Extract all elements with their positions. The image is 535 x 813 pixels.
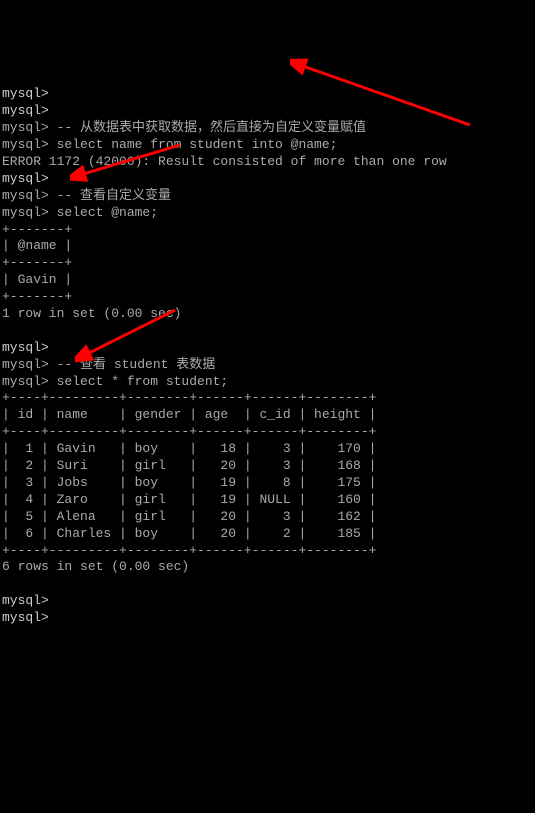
table-border: +-------+ <box>2 255 72 270</box>
table-border: +----+---------+--------+------+------+-… <box>2 543 376 558</box>
table-header: | id | name | gender | age | c_id | heig… <box>2 407 376 422</box>
table-header: | @name | <box>2 238 72 253</box>
prompt-line: mysql> <box>2 86 49 101</box>
prompt-line: mysql> <box>2 340 49 355</box>
sql-query: mysql> select @name; <box>2 205 158 220</box>
table-row: | 4 | Zaro | girl | 19 | NULL | 160 | <box>2 492 376 507</box>
prompt-line: mysql> <box>2 171 49 186</box>
result-summary: 1 row in set (0.00 sec) <box>2 306 181 321</box>
table-row: | 1 | Gavin | boy | 18 | 3 | 170 | <box>2 441 376 456</box>
table-border: +----+---------+--------+------+------+-… <box>2 424 376 439</box>
sql-query: mysql> select * from student; <box>2 374 228 389</box>
sql-comment: mysql> -- 查看 student 表数据 <box>2 357 215 372</box>
terminal-output: mysql> mysql> mysql> -- 从数据表中获取数据，然后直接为自… <box>2 70 533 627</box>
sql-comment: mysql> -- 从数据表中获取数据，然后直接为自定义变量赋值 <box>2 120 366 135</box>
prompt-line: mysql> <box>2 593 49 608</box>
prompt-line: mysql> <box>2 610 49 625</box>
error-message: ERROR 1172 (42000): Result consisted of … <box>2 154 447 169</box>
table-row: | 5 | Alena | girl | 20 | 3 | 162 | <box>2 509 376 524</box>
table-border: +-------+ <box>2 289 72 304</box>
sql-query: mysql> select name from student into @na… <box>2 137 337 152</box>
table-row: | 2 | Suri | girl | 20 | 3 | 168 | <box>2 458 376 473</box>
prompt-line: mysql> <box>2 103 49 118</box>
table-row: | 6 | Charles | boy | 20 | 2 | 185 | <box>2 526 376 541</box>
table-border: +-------+ <box>2 222 72 237</box>
table-border: +----+---------+--------+------+------+-… <box>2 390 376 405</box>
sql-comment: mysql> -- 查看自定义变量 <box>2 188 171 203</box>
table-row: | 3 | Jobs | boy | 19 | 8 | 175 | <box>2 475 376 490</box>
table-row: | Gavin | <box>2 272 72 287</box>
result-summary: 6 rows in set (0.00 sec) <box>2 559 189 574</box>
